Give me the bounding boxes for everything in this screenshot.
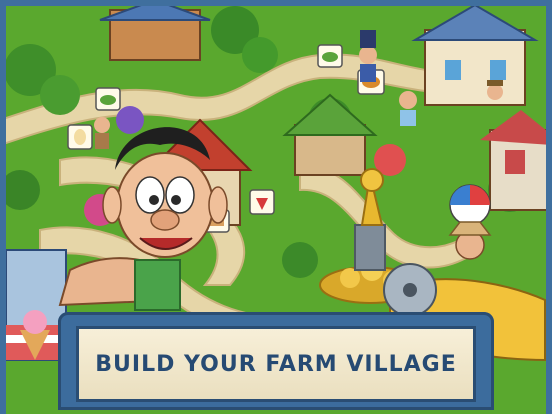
banner-title: BUILD YOUR FARM VILLAGE xyxy=(95,351,457,377)
title-banner: BUILD YOUR FARM VILLAGE xyxy=(58,300,494,410)
task-bubble-bowl-1[interactable] xyxy=(95,87,121,111)
task-bubble-strawberry[interactable] xyxy=(249,189,275,215)
task-bubble-bowl-2[interactable] xyxy=(317,44,343,68)
villager-right-hat[interactable] xyxy=(487,80,503,100)
banner-paper: BUILD YOUR FARM VILLAGE xyxy=(76,326,476,402)
task-bubble-egg[interactable] xyxy=(67,124,93,150)
egg-icon xyxy=(74,129,86,145)
bowl-icon xyxy=(100,95,116,105)
villager-top-hat[interactable] xyxy=(359,30,377,82)
beach-ball[interactable] xyxy=(449,184,491,226)
house-top-left[interactable] xyxy=(99,0,211,61)
villager-left[interactable] xyxy=(94,117,110,149)
bowl-icon xyxy=(322,52,338,62)
